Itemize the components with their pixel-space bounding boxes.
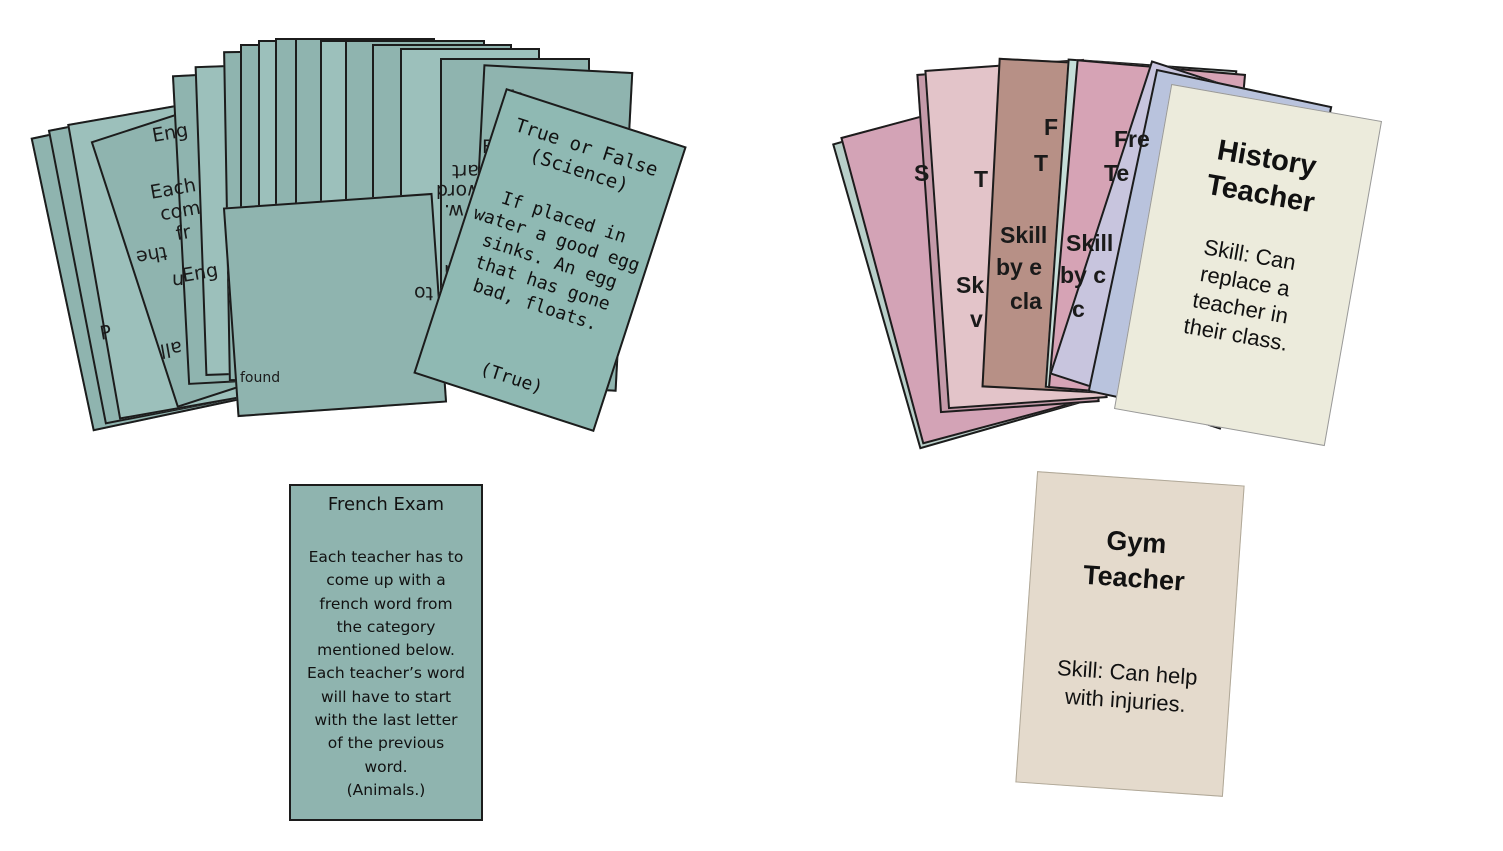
card-peek-text: found: [240, 370, 281, 386]
card-peek-text: by e: [996, 254, 1043, 280]
card-peek-text: v: [970, 306, 983, 332]
exam-card-body: Each teacher has to come up with a frenc…: [307, 548, 465, 799]
card-peek-text: T: [974, 166, 989, 192]
card-peek-text: fr: [174, 220, 193, 246]
exam-card-title: French Exam: [327, 494, 445, 515]
card-peek-text: Fre: [1114, 126, 1150, 152]
trivia-card-question: If placed in water a good egg sinks. An …: [470, 187, 643, 336]
card-peek-text: F: [1044, 114, 1059, 140]
teacher-card-skill: Skill: Can replace a teacher in their cl…: [1181, 234, 1298, 356]
card-peek-text: by c: [1060, 262, 1107, 288]
card-peek-text: Skill: [1066, 230, 1114, 256]
trivia-card-answer: (True): [477, 358, 546, 399]
teacher-card-title: History Teacher: [1204, 134, 1319, 220]
card-peek-text: art: [452, 160, 479, 182]
card-peek-text: cla: [1010, 288, 1042, 314]
french-exam-card[interactable]: French Exam Each teacher has to come up …: [289, 484, 483, 821]
card-peek-text: Te: [1104, 160, 1130, 186]
card-peek-text: u: [172, 268, 185, 290]
card-peek-text: Skill: [1000, 222, 1048, 248]
card-peek-text: all: [158, 336, 184, 362]
gym-teacher-card[interactable]: Gym Teacher Skill: Can help with injurie…: [1015, 471, 1245, 797]
photo-scene: Eng Each com fr Eng Fr For the art an wo…: [0, 0, 1503, 851]
card-peek-text: Sk: [956, 272, 985, 298]
card-peek-text: c: [1072, 296, 1085, 322]
card-peek-text: S: [914, 160, 930, 186]
card-peek-text: to: [414, 282, 434, 304]
gym-card-title: Gym Teacher: [1082, 525, 1186, 597]
card-peek-text: w.: [444, 200, 464, 222]
gym-card-skill: Skill: Can help with injuries.: [1056, 655, 1199, 718]
card-peek-text: T: [1034, 150, 1049, 176]
